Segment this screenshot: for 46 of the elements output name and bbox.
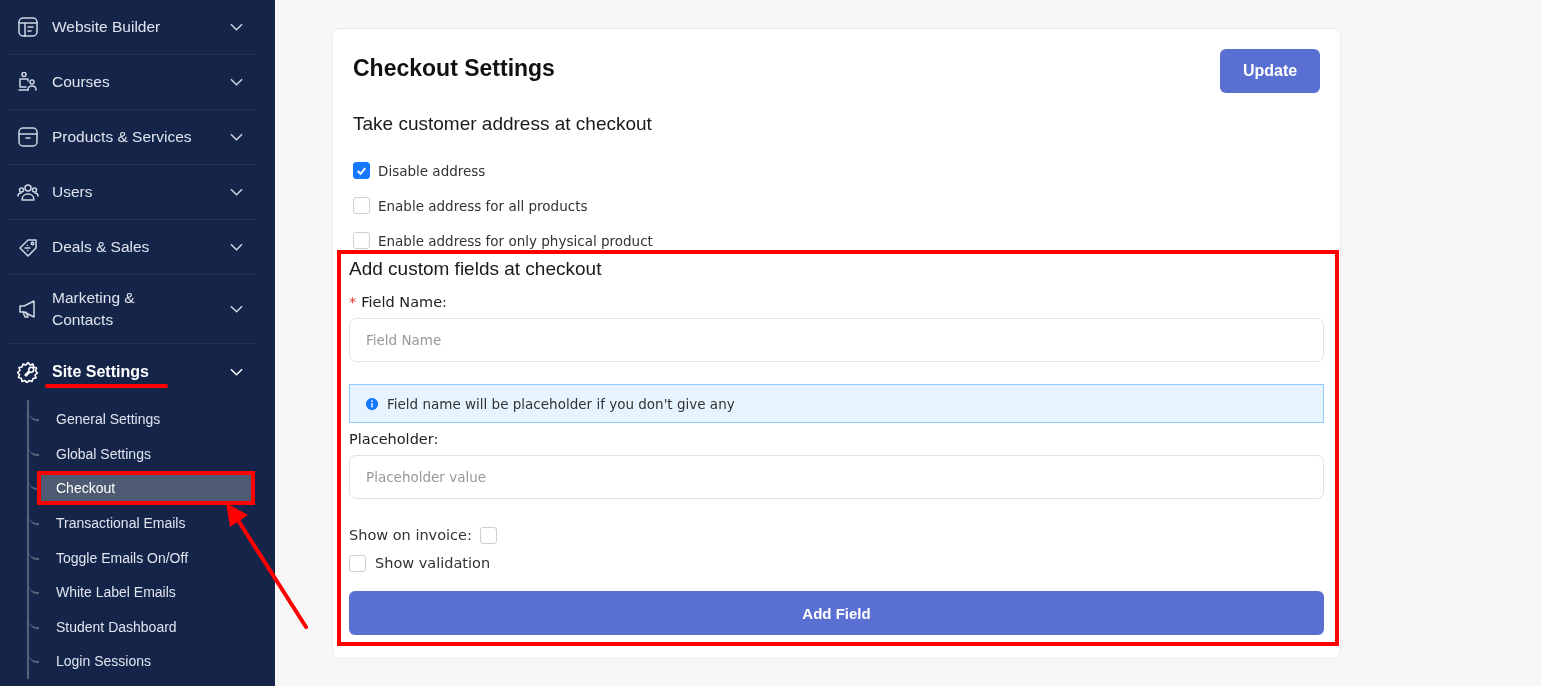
checkbox-label: Show on invoice: (349, 527, 472, 543)
chevron-icon (230, 305, 243, 313)
nav-item[interactable]: Products & Services (6, 110, 258, 165)
nav-item[interactable]: Website Builder (6, 0, 258, 55)
nav-item[interactable]: Site Settings (6, 344, 258, 400)
chevron-icon (230, 188, 243, 196)
info-text: Field name will be placeholder if you don't give any (387, 395, 735, 412)
box-icon (17, 126, 39, 148)
checkbox-label: Enable address for all products (378, 197, 588, 214)
chevron-icon (230, 23, 243, 31)
nav-subitem[interactable]: White Label Emails (48, 579, 240, 606)
nav-subitem[interactable]: Login Sessions (48, 648, 240, 675)
add-field-button[interactable]: Add Field (349, 591, 1324, 635)
field-name-input[interactable]: Field Name (349, 318, 1324, 362)
checkbox[interactable] (353, 162, 370, 179)
chevron-icon (230, 243, 243, 251)
nav-subitem[interactable]: General Settings (48, 406, 240, 433)
nav-subitem[interactable]: Global Settings (48, 440, 240, 467)
field-label: Field Name: (361, 294, 447, 310)
nav-item[interactable]: Users (6, 165, 258, 220)
nav-subitem[interactable]: Checkout (37, 471, 255, 506)
section-heading: Take customer address at checkout (353, 113, 653, 135)
users-icon (17, 181, 39, 203)
page-title: Checkout Settings (353, 55, 555, 82)
required-mark: * (349, 294, 357, 310)
checkbox-label: Show validation (375, 555, 491, 571)
courses-icon (17, 71, 39, 93)
checkbox-label: Disable address (378, 162, 486, 179)
nav-item[interactable]: Marketing & Contacts (6, 275, 258, 344)
gear-icon (17, 361, 39, 383)
nav-subitem[interactable]: Toggle Emails On/Off (48, 544, 240, 571)
field-label: Placeholder: (349, 431, 439, 447)
nav-item[interactable]: Courses (6, 55, 258, 110)
chevron-icon (230, 368, 243, 376)
placeholder-input[interactable]: Placeholder value (349, 455, 1324, 499)
tag-icon (17, 236, 39, 258)
update-button[interactable]: Update (1220, 49, 1320, 93)
layout-icon (17, 16, 39, 38)
chevron-icon (230, 78, 243, 86)
chevron-icon (230, 133, 243, 141)
info-icon (365, 396, 379, 411)
section-heading: Add custom fields at checkout (349, 258, 603, 280)
nav-subitem[interactable]: Transactional Emails (48, 510, 240, 537)
nav-subitem[interactable]: Student Dashboard (48, 613, 240, 640)
checkbox-label: Enable address for only physical product (378, 232, 653, 249)
nav-item[interactable]: Deals & Sales (6, 220, 258, 275)
